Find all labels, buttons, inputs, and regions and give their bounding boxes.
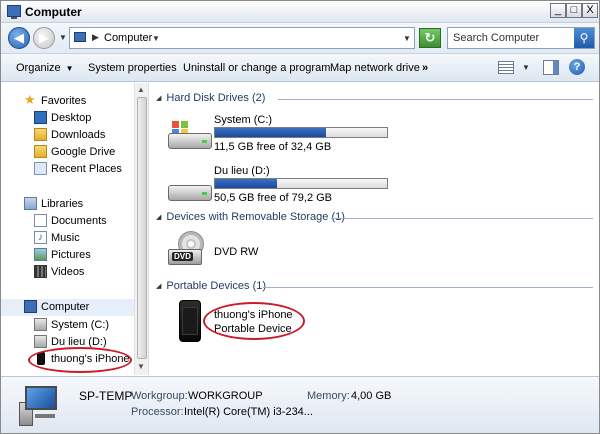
nav-computer[interactable]: Computer xyxy=(1,299,134,316)
drive-usage-fill xyxy=(215,179,278,188)
computer-icon xyxy=(24,300,37,313)
computer-screen xyxy=(25,386,57,410)
chevron-down-icon[interactable]: ▼ xyxy=(152,34,160,43)
highlight-ellipse xyxy=(28,347,132,373)
details-pane: SP-TEMP Workgroup: WORKGROUP Memory: 4,0… xyxy=(1,376,599,433)
highlight-ellipse xyxy=(203,302,305,340)
scroll-down-icon[interactable]: ▼ xyxy=(137,362,145,371)
search-placeholder: Search Computer xyxy=(453,32,540,44)
nav-scrollbar[interactable]: ▲ ▼ xyxy=(134,83,148,375)
uninstall-program-button[interactable]: Uninstall or change a program xyxy=(183,62,330,74)
navigation-pane: ★ Favorites Desktop Downloads Google Dri… xyxy=(1,83,149,375)
more-commands-button[interactable]: » xyxy=(422,62,428,74)
recent-places-icon xyxy=(34,162,47,175)
documents-icon xyxy=(34,214,47,227)
drive-name[interactable]: Du lieu (D:) xyxy=(214,165,270,177)
collapse-icon: ◢ xyxy=(156,283,162,290)
title-bar: Computer _ □ X xyxy=(1,1,599,23)
phone-screen xyxy=(182,307,198,335)
group-divider xyxy=(278,99,593,100)
breadcrumb-computer[interactable]: Computer xyxy=(104,32,152,44)
drive-usage-fill xyxy=(215,128,326,137)
help-icon[interactable]: ? xyxy=(569,59,585,75)
minimize-button[interactable]: _ xyxy=(550,3,566,18)
hard-drive-icon xyxy=(34,318,47,331)
close-button[interactable]: X xyxy=(582,3,598,18)
pictures-icon xyxy=(34,248,47,261)
computer-name: SP-TEMP xyxy=(79,389,133,403)
memory-label: Memory: xyxy=(307,390,350,402)
forward-button[interactable]: ▶ xyxy=(33,27,55,49)
computer-icon xyxy=(7,5,21,19)
drive-light xyxy=(202,192,207,195)
dvd-badge: DVD xyxy=(172,252,193,261)
workgroup-label: Workgroup: xyxy=(131,390,188,402)
videos-icon xyxy=(34,265,47,278)
drive-name[interactable]: System (C:) xyxy=(214,114,272,126)
processor-value: Intel(R) Core(TM) i3-234... xyxy=(184,406,313,418)
search-input[interactable]: Search Computer ⚲ xyxy=(447,27,595,49)
processor-label: Processor: xyxy=(131,406,184,418)
map-network-drive-button[interactable]: Map network drive xyxy=(330,62,420,74)
preview-pane-icon[interactable] xyxy=(543,60,559,75)
system-drive-icon[interactable] xyxy=(168,121,212,151)
address-field[interactable]: ▶ Computer ▼ ▼ xyxy=(69,27,415,49)
group-header-removable-storage[interactable]: ◢ Devices with Removable Storage (1) xyxy=(156,211,345,225)
collapse-icon: ◢ xyxy=(156,214,162,221)
google-drive-folder-icon xyxy=(34,145,47,158)
downloads-folder-icon xyxy=(34,128,47,141)
computer-icon xyxy=(19,386,59,426)
desktop-icon xyxy=(34,111,47,124)
drive-free-space: 50,5 GB free of 79,2 GB xyxy=(214,192,333,204)
dvd-drive-icon[interactable]: DVD xyxy=(168,231,208,267)
chevron-down-icon: ▼ xyxy=(65,64,74,73)
change-view-icon[interactable] xyxy=(498,61,514,74)
drive-free-space: 11,5 GB free of 32,4 GB xyxy=(214,141,332,153)
drive-usage-bar xyxy=(214,178,388,189)
drive-usage-bar xyxy=(214,127,388,138)
recent-pages-dropdown[interactable]: ▼ xyxy=(59,33,67,42)
star-icon: ★ xyxy=(24,92,36,107)
dvd-drive-name[interactable]: DVD RW xyxy=(214,246,258,258)
organize-menu[interactable]: Organize ▼ xyxy=(16,62,74,74)
refresh-button[interactable]: ↻ xyxy=(419,28,441,48)
content-pane: ◢ Hard Disk Drives (2) System (C:) 11,5 G… xyxy=(150,83,599,375)
data-drive-icon[interactable] xyxy=(168,173,212,203)
drive-light xyxy=(202,140,207,143)
address-bar: ◀ ▶ ▼ ▶ Computer ▼ ▼ ↻ Search Computer ⚲ xyxy=(1,23,599,54)
music-icon: ♪ xyxy=(34,231,47,244)
libraries-icon xyxy=(24,197,37,210)
maximize-button[interactable]: □ xyxy=(566,3,582,18)
dvd-drive-body: DVD xyxy=(168,249,202,265)
view-options-dropdown[interactable]: ▼ xyxy=(522,63,530,72)
window-title: Computer xyxy=(25,5,82,19)
address-dropdown[interactable]: ▼ xyxy=(403,34,411,43)
collapse-icon: ◢ xyxy=(156,95,162,102)
back-button[interactable]: ◀ xyxy=(8,27,30,49)
command-bar: Organize ▼ System properties Uninstall or… xyxy=(1,54,599,82)
breadcrumb-separator-icon[interactable]: ▶ xyxy=(92,32,99,43)
group-divider xyxy=(263,287,593,288)
iphone-icon[interactable] xyxy=(179,300,201,342)
group-header-portable-devices[interactable]: ◢ Portable Devices (1) xyxy=(156,280,266,294)
system-properties-button[interactable]: System properties xyxy=(88,62,177,74)
scroll-thumb[interactable] xyxy=(137,97,147,359)
computer-base xyxy=(35,414,55,418)
search-icon[interactable]: ⚲ xyxy=(574,28,594,48)
memory-value: 4,00 GB xyxy=(351,390,392,402)
workgroup-value: WORKGROUP xyxy=(188,390,263,402)
hard-drive-icon xyxy=(34,335,47,348)
group-header-hard-disk-drives[interactable]: ◢ Hard Disk Drives (2) xyxy=(156,92,265,106)
computer-icon xyxy=(74,32,86,42)
group-divider xyxy=(331,218,593,219)
explorer-window: Computer _ □ X ◀ ▶ ▼ ▶ Computer ▼ ▼ ↻ Se… xyxy=(0,0,600,434)
scroll-up-icon[interactable]: ▲ xyxy=(137,85,145,94)
